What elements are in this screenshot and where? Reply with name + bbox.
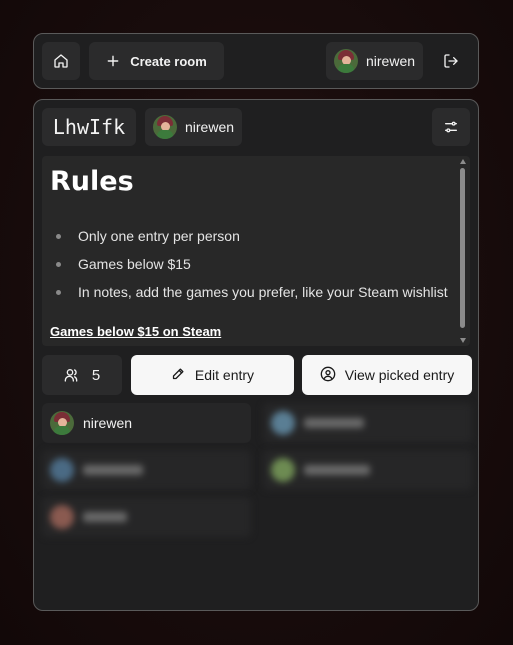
avatar bbox=[50, 411, 74, 435]
avatar bbox=[333, 49, 358, 73]
room-settings-button[interactable] bbox=[432, 108, 470, 146]
avatar bbox=[152, 115, 177, 139]
rule-item: Only one entry per person bbox=[78, 228, 240, 244]
member-item-blurred[interactable] bbox=[42, 497, 251, 537]
settings-sliders-icon bbox=[443, 119, 459, 135]
scroll-up-arrow-icon[interactable] bbox=[460, 159, 466, 164]
blurred-name bbox=[304, 418, 364, 428]
create-room-label: Create room bbox=[130, 53, 207, 69]
rule-item: In notes, add the games you prefer, like… bbox=[78, 284, 448, 300]
avatar bbox=[271, 411, 295, 435]
pencil-icon bbox=[171, 366, 186, 384]
participants-count-button[interactable]: 5 bbox=[42, 355, 122, 395]
steam-games-link[interactable]: Games below $15 on Steam bbox=[50, 324, 221, 339]
blurred-name bbox=[83, 465, 143, 475]
member-item-blurred[interactable] bbox=[42, 450, 251, 490]
home-button[interactable] bbox=[42, 42, 80, 80]
member-item[interactable]: nirewen bbox=[42, 403, 251, 443]
room-owner[interactable]: nirewen bbox=[145, 108, 242, 146]
user-profile-button[interactable]: nirewen bbox=[326, 42, 423, 80]
users-icon bbox=[64, 367, 80, 383]
room-panel: LhwIfk nirewen Rules Only one entry per … bbox=[33, 99, 479, 611]
top-bar: Create room nirewen bbox=[33, 33, 479, 89]
owner-name: nirewen bbox=[184, 119, 235, 135]
blurred-name bbox=[304, 465, 370, 475]
blurred-name bbox=[83, 512, 127, 522]
view-picked-label: View picked entry bbox=[344, 367, 455, 383]
plus-icon bbox=[106, 54, 120, 68]
member-name: nirewen bbox=[83, 415, 133, 431]
user-circle-icon bbox=[320, 366, 336, 385]
avatar bbox=[271, 458, 295, 482]
participant-count: 5 bbox=[91, 366, 101, 384]
avatar bbox=[50, 458, 74, 482]
logout-button[interactable] bbox=[432, 42, 470, 80]
room-code[interactable]: LhwIfk bbox=[42, 108, 136, 146]
scroll-down-arrow-icon[interactable] bbox=[460, 338, 466, 343]
bullet bbox=[56, 262, 61, 267]
view-picked-entry-button[interactable]: View picked entry bbox=[302, 355, 472, 395]
avatar bbox=[50, 505, 74, 529]
rule-item: Games below $15 bbox=[78, 256, 191, 272]
member-item-blurred[interactable] bbox=[263, 403, 472, 443]
rules-title: Rules bbox=[50, 166, 134, 197]
create-room-button[interactable]: Create room bbox=[89, 42, 224, 80]
member-item-blurred[interactable] bbox=[263, 450, 472, 490]
bullet bbox=[56, 290, 61, 295]
bullet bbox=[56, 234, 61, 239]
logout-icon bbox=[443, 53, 459, 69]
edit-entry-label: Edit entry bbox=[194, 367, 255, 383]
home-icon bbox=[53, 53, 69, 69]
username-label: nirewen bbox=[365, 53, 416, 69]
rules-section[interactable]: Rules Only one entry per person Games be… bbox=[42, 156, 470, 346]
scrollbar-thumb[interactable] bbox=[460, 168, 465, 328]
edit-entry-button[interactable]: Edit entry bbox=[131, 355, 294, 395]
